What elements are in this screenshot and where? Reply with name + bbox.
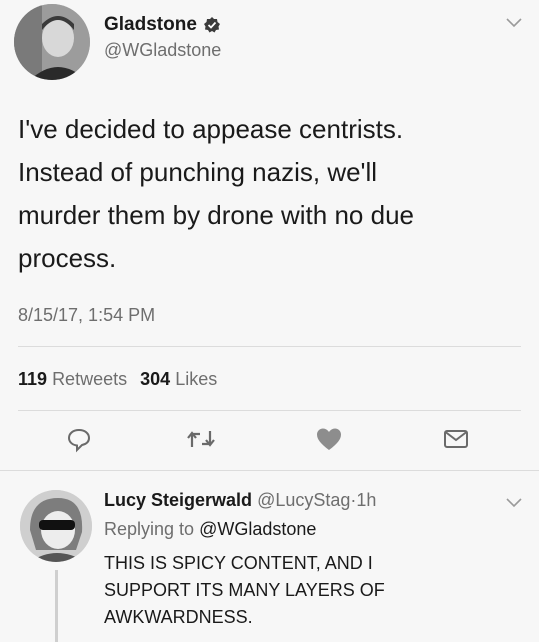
divider [0,470,539,471]
author-display-name[interactable]: Gladstone [104,14,221,36]
tweet-text-line: Instead of punching nazis, we'll [18,157,378,187]
author-handle[interactable]: @WGladstone [104,40,221,61]
tweet-text-line: murder them by drone with no due [18,200,414,230]
reply-author-avatar-image [20,490,92,562]
author-name-text: Gladstone [104,14,197,35]
like-count: 304 [140,369,171,389]
retweet-icon [187,431,215,447]
divider [18,346,521,347]
retweet-label: Retweets [52,369,128,389]
retweet-button[interactable] [186,424,216,454]
message-button[interactable] [441,424,471,454]
reply-author-name[interactable]: Lucy Steigerwald [104,490,252,510]
replying-to: Replying to @WGladstone [104,519,316,540]
tweet-text-line: process. [18,243,117,273]
reply-text: THIS IS SPICY CONTENT, AND I SUPPORT ITS… [104,550,385,631]
retweet-count: 119 [18,369,48,389]
replying-to-prefix: Replying to [104,519,195,539]
replying-to-handle[interactable]: @WGladstone [199,519,316,539]
reply-menu-chevron-icon[interactable] [504,496,524,515]
like-icon [317,428,341,450]
like-stat[interactable]: 304 Likes [140,369,217,389]
like-button[interactable] [314,424,344,454]
reply-author-handle[interactable]: @LucyStag [257,490,350,510]
reply-header: Lucy Steigerwald @LucyStag·1h [104,490,376,511]
tweet-menu-chevron-icon[interactable] [504,16,524,35]
tweet-timestamp[interactable]: 8/15/17, 1:54 PM [18,305,155,326]
reply-text-line: AWKWARDNESS. [104,607,253,627]
like-label: Likes [175,369,218,389]
divider [18,410,521,411]
retweet-stat[interactable]: 119 Retweets [18,369,132,389]
reply-text-line: SUPPORT ITS MANY LAYERS OF [104,580,385,600]
reply-text-line: THIS IS SPICY CONTENT, AND I [104,553,373,573]
author-avatar-image [14,4,90,80]
thread-line [55,570,58,642]
reply-time[interactable]: 1h [356,490,376,510]
message-icon [444,430,468,448]
reply-button[interactable] [64,424,94,454]
tweet-text: I've decided to appease centrists. Inste… [18,108,414,280]
author-avatar[interactable] [14,4,90,80]
reply-icon [67,428,91,453]
reply-author-avatar[interactable] [20,490,92,562]
tweet-stats: 119 Retweets 304 Likes [18,369,217,390]
tweet-text-line: I've decided to appease centrists. [18,114,404,144]
verified-badge-icon [203,16,221,34]
